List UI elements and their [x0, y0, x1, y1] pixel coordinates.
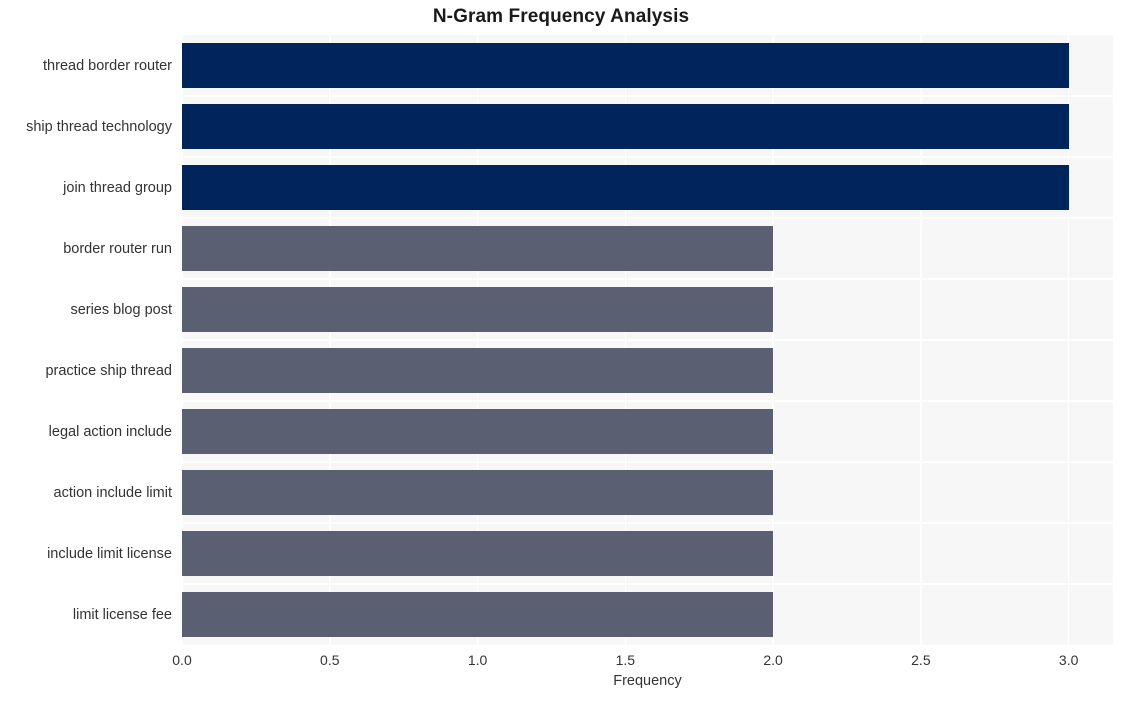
y-tick-label: border router run [63, 240, 172, 257]
horizontal-gridline [182, 278, 1113, 280]
x-tick-label: 2.0 [763, 652, 783, 668]
horizontal-gridline [182, 522, 1113, 524]
x-tick-label: 1.0 [467, 652, 488, 668]
y-tick-label: legal action include [48, 423, 172, 440]
bar[interactable] [182, 409, 774, 454]
y-tick-label: series blog post [70, 301, 172, 318]
y-tick-label: include limit license [47, 545, 172, 562]
horizontal-gridline [182, 461, 1113, 463]
x-tick-label: 0.5 [320, 652, 340, 668]
x-axis-label: Frequency [613, 673, 682, 689]
bar[interactable] [182, 43, 1069, 88]
plot-area [182, 35, 1113, 645]
bar[interactable] [182, 226, 774, 271]
horizontal-gridline [182, 95, 1113, 97]
bar[interactable] [182, 165, 1069, 210]
y-tick-label: thread border router [43, 57, 172, 74]
horizontal-gridline [182, 217, 1113, 219]
horizontal-gridline [182, 156, 1113, 158]
x-axis-tick-labels: 0.0 0.5 1.0 1.5 2.0 2.5 3.0 [0, 645, 1122, 675]
y-tick-label: limit license fee [72, 606, 172, 623]
x-tick-label: 1.5 [615, 652, 636, 668]
horizontal-gridline [182, 400, 1113, 402]
horizontal-gridline [182, 339, 1113, 341]
bar[interactable] [182, 592, 774, 637]
x-tick-label: 0.0 [172, 652, 192, 668]
bar[interactable] [182, 470, 774, 515]
y-tick-label: join thread group [63, 179, 172, 196]
x-tick-label: 2.5 [911, 652, 931, 668]
bar[interactable] [182, 348, 774, 393]
y-axis-tick-labels: thread border router ship thread technolo… [0, 35, 182, 645]
x-tick-label: 3.0 [1058, 652, 1079, 668]
y-tick-label: practice ship thread [45, 362, 172, 379]
chart-figure: N-Gram Frequency Analysis thread border … [0, 0, 1122, 701]
chart-title: N-Gram Frequency Analysis [432, 6, 690, 27]
bar[interactable] [182, 531, 774, 576]
y-tick-label: ship thread technology [26, 118, 172, 135]
horizontal-gridline [182, 583, 1113, 585]
bar[interactable] [182, 104, 1069, 149]
bar[interactable] [182, 287, 774, 332]
y-tick-label: action include limit [53, 484, 172, 501]
